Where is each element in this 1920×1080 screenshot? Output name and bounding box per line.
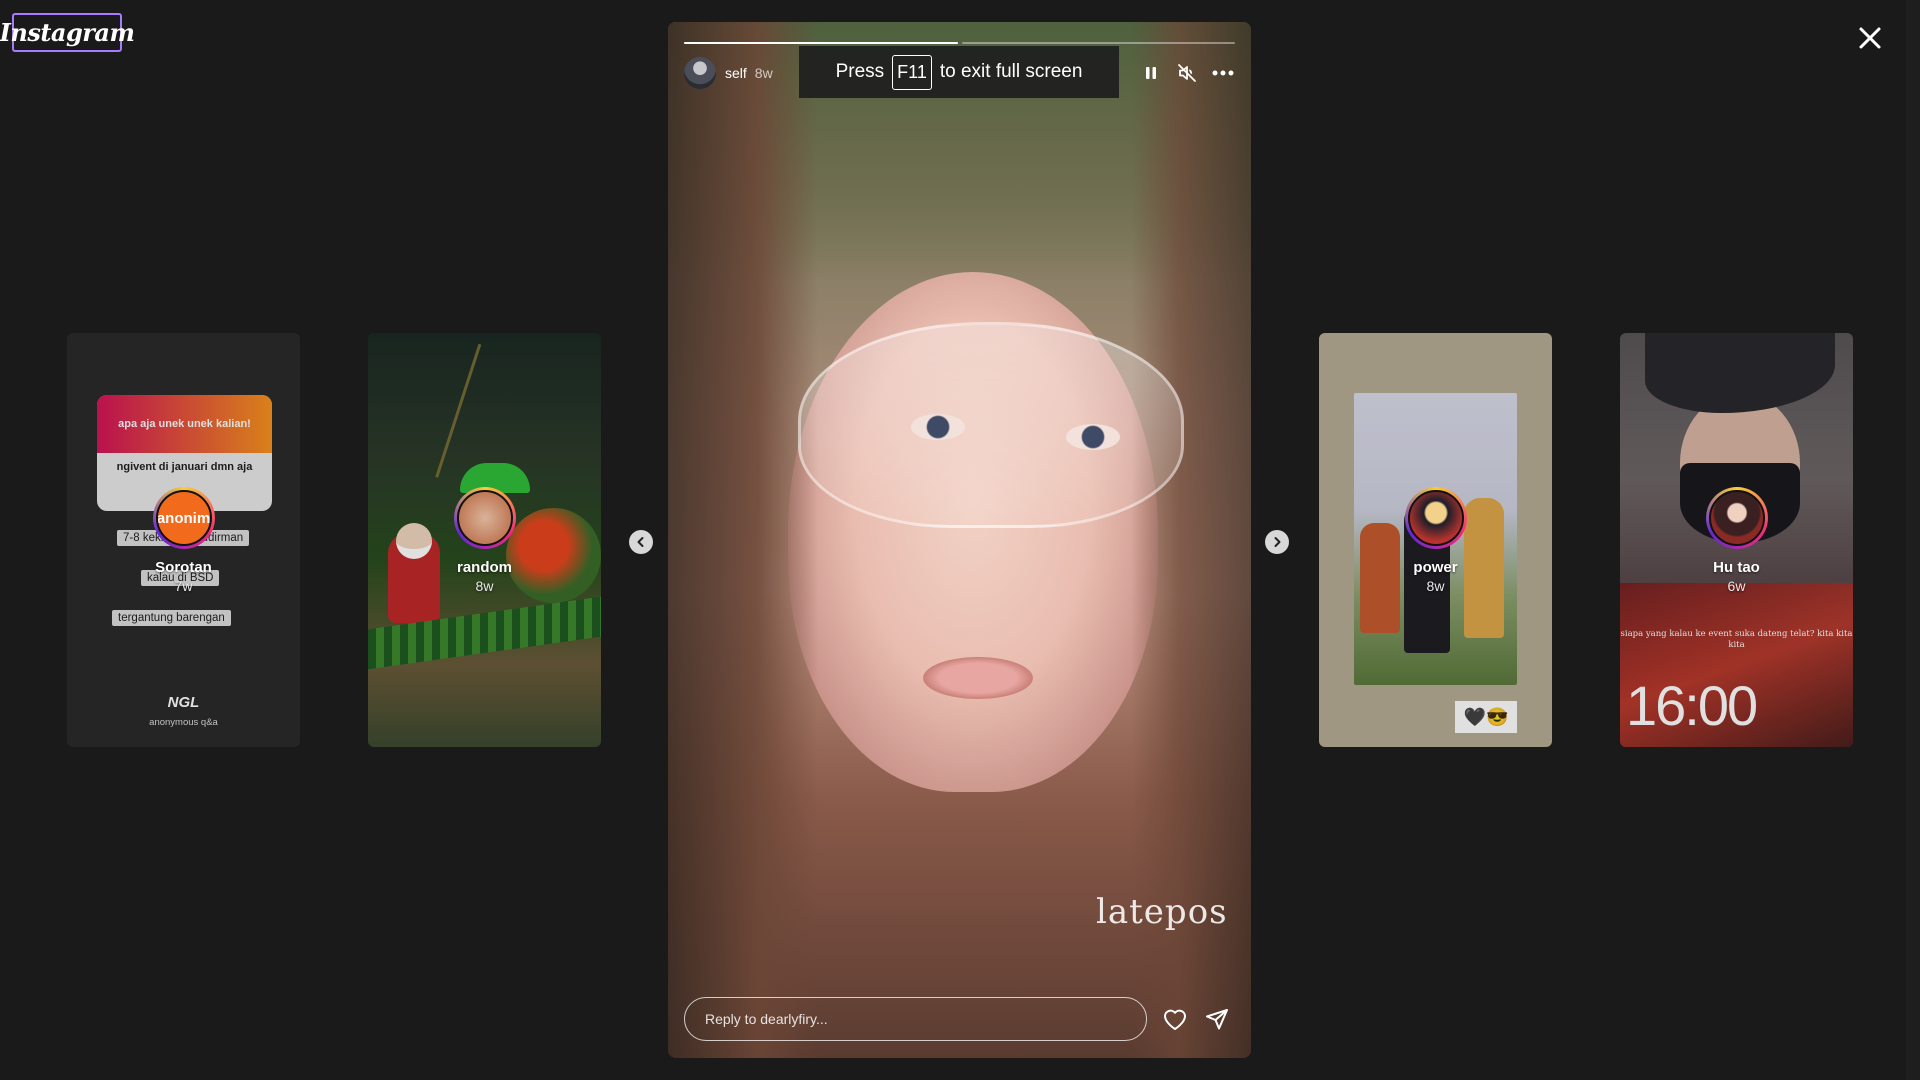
story-preview-random[interactable]: random 8w — [368, 333, 601, 747]
current-story[interactable]: latepos self 8w Press F11 to exit full s… — [668, 22, 1251, 1058]
avatar-ring — [1705, 487, 1768, 549]
reply-input[interactable] — [684, 997, 1147, 1041]
progress-segment — [684, 42, 958, 44]
avatar[interactable] — [684, 57, 716, 89]
lips — [923, 657, 1033, 699]
like-button[interactable] — [1161, 1005, 1189, 1033]
avatar: anonim — [155, 490, 212, 546]
story-preview-sorotan[interactable]: apa aja unek unek kalian! ngivent di jan… — [67, 333, 300, 747]
goggles — [798, 322, 1184, 528]
story-preview-hu-tao[interactable]: siapa yang kalau ke event suka dateng te… — [1620, 333, 1853, 747]
avatar-ring — [1404, 487, 1467, 549]
avatar — [1708, 490, 1765, 546]
story-username: power — [1413, 559, 1458, 576]
more-horizontal-icon — [1212, 70, 1234, 76]
fullscreen-notice-text: to exit full screen — [939, 61, 1083, 82]
close-button[interactable] — [1850, 18, 1890, 58]
progress-segment — [961, 42, 1235, 44]
fullscreen-notice-text: Press — [835, 61, 885, 82]
story-time: 8w — [475, 578, 494, 594]
story-time: 7w — [174, 578, 193, 594]
story-preview-power[interactable]: 🖤😎 power 8w — [1319, 333, 1552, 747]
pause-icon — [1146, 67, 1156, 79]
story-time: 6w — [1727, 578, 1746, 594]
avatar — [456, 490, 513, 546]
more-options-button[interactable] — [1211, 61, 1235, 85]
chevron-left-icon — [637, 537, 644, 547]
fullscreen-key: F11 — [892, 54, 932, 90]
scrollbar[interactable] — [1906, 0, 1920, 1080]
story-username[interactable]: self — [725, 65, 747, 81]
story-time: 8w — [754, 65, 773, 81]
speaker-muted-icon — [1178, 64, 1196, 82]
story-username: Hu tao — [1713, 559, 1760, 576]
send-button[interactable] — [1203, 1005, 1231, 1033]
previous-story-button[interactable] — [629, 530, 653, 554]
close-icon — [1859, 27, 1881, 49]
eye — [911, 414, 965, 440]
avatar-ring — [453, 487, 516, 549]
story-progress — [684, 42, 1235, 44]
story-watermark-text: latepos — [1096, 892, 1228, 932]
avatar-ring: anonim — [152, 487, 215, 549]
heart-icon — [1164, 1009, 1186, 1030]
eye — [1066, 424, 1120, 450]
story-time: 8w — [1426, 578, 1445, 594]
story-username: Sorotan — [155, 559, 212, 576]
avatar — [1407, 490, 1464, 546]
chevron-right-icon — [1274, 537, 1281, 547]
reply-bar — [684, 997, 1235, 1041]
fullscreen-notice: Press F11 to exit full screen — [799, 46, 1119, 98]
mute-button[interactable] — [1175, 61, 1199, 85]
send-icon — [1206, 1009, 1228, 1030]
story-username: random — [456, 559, 512, 576]
next-story-button[interactable] — [1265, 530, 1289, 554]
pause-button[interactable] — [1139, 61, 1163, 85]
instagram-logo[interactable]: Instagram — [0, 13, 135, 52]
